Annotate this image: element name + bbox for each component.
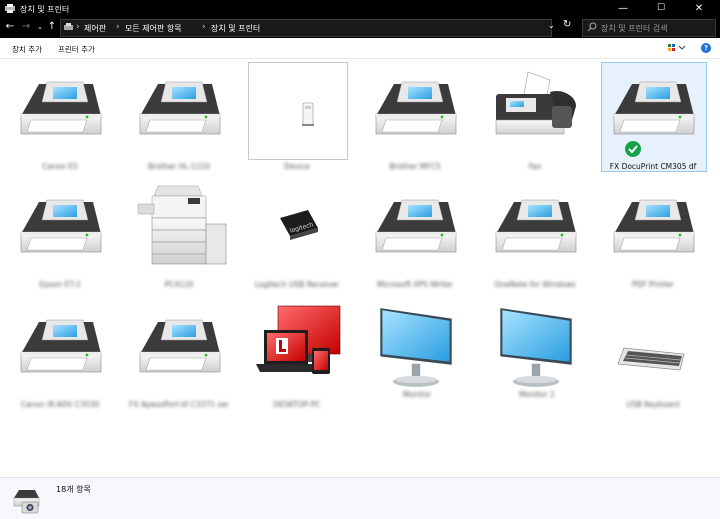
device-tile[interactable]: OneNote for Windows [480,180,590,290]
device-tile[interactable]: logitech Logitech USB Receiver [242,180,352,290]
device-tile[interactable]: USB Keyboard [598,300,708,410]
device-label: Fax [528,162,542,171]
device-label: Canon iR-ADV C3530 [20,400,100,409]
printer-icon [492,188,580,260]
device-tile[interactable]: Device [242,62,352,172]
item-count: 18개 항목 [56,485,91,494]
device-label: PDF Printer [632,280,674,289]
device-label: Brother MFC5 [389,162,441,171]
search-box[interactable]: 장치 및 프린터 검색 [582,19,716,37]
search-icon [587,22,597,32]
address-bar[interactable]: › 제어판 › 모든 제어판 항목 › 장치 및 프린터 [60,19,552,37]
device-tile[interactable]: Monitor [362,298,472,408]
printer-icon [610,70,698,142]
device-tile[interactable]: Canon iR-ADV C3530 [5,300,115,410]
device-label: Device [284,162,310,171]
printer-icon [17,70,105,142]
device-box-icon [302,102,314,126]
device-label: FX ApeosPort-VI C3371 series [129,400,229,409]
printer-icon [610,188,698,260]
device-label: Monitor [402,390,432,399]
fax-icon [495,71,576,135]
device-tile[interactable]: PC4120 [124,180,234,290]
command-bar: 장치 추가 프린터 추가 [0,38,720,59]
breadcrumb-all-items[interactable]: 모든 제어판 항목 [125,23,182,34]
device-tile[interactable]: Brother MFC5 [360,62,470,172]
device-label: PC4120 [164,280,194,289]
refresh-button[interactable]: ↻ [563,19,571,30]
maximize-button[interactable]: ☐ [642,0,680,17]
breadcrumb-control-panel[interactable]: 제어판 [84,23,106,34]
device-tile[interactable]: PDF Printer [598,180,708,290]
title-bar: 장치 및 프린터 — ☐ ✕ [0,0,720,17]
device-tile[interactable]: Canon E5 [5,62,115,172]
device-label: Brother HL-1210 [148,162,210,171]
close-button[interactable]: ✕ [680,0,718,17]
device-tile[interactable]: DESKTOP-PC [242,300,352,410]
devices-printers-icon [13,490,40,514]
device-label: FX DocuPrint CM305 df [609,162,697,171]
window-title: 장치 및 프린터 [20,5,70,14]
computer-devices-icon [256,305,341,374]
navigation-bar: ← → ⌄ ↑ › 제어판 › 모든 제어판 항목 › 장치 및 프린터 ⌄ ↻… [0,17,720,38]
view-options-icon[interactable] [668,43,688,52]
device-tile[interactable]: FX ApeosPort-VI C3371 series [124,300,234,410]
device-tile[interactable]: Fax [480,62,590,172]
printer-icon [372,188,460,260]
device-tile[interactable]: Microsoft XPS Writer [360,180,470,290]
default-check-icon [625,141,641,157]
keyboard-icon [617,347,685,371]
device-tile[interactable]: Brother HL-1210 [124,62,234,172]
forward-button[interactable]: → [19,20,33,34]
up-button[interactable]: ↑ [45,20,59,34]
add-device-button[interactable]: 장치 추가 [12,44,42,55]
device-tile[interactable]: Epson ET-2 [5,180,115,290]
status-bar: 18개 항목 [0,477,720,519]
back-button[interactable]: ← [3,20,17,34]
monitor-icon [494,306,578,390]
control-panel-icon [64,23,73,30]
device-label: Logitech USB Receiver [254,280,340,289]
usb-receiver-icon: logitech [280,210,318,240]
minimize-button[interactable]: — [604,0,642,17]
device-tile[interactable]: Monitor 2 [482,298,592,408]
printer-icon [17,188,105,260]
help-button[interactable]: ? [701,43,711,53]
search-placeholder: 장치 및 프린터 검색 [601,24,668,33]
printer-icon [17,308,105,380]
device-label: Canon E5 [42,162,78,171]
device-label: Monitor 2 [519,390,555,399]
breadcrumb-devices-printers[interactable]: 장치 및 프린터 [211,23,260,34]
device-label: USB Keyboard [626,400,680,409]
printer-icon [136,308,224,380]
device-label: Epson ET-2 [39,280,81,289]
default-printer-tile[interactable]: FX DocuPrint CM305 df [598,62,708,172]
printer-icon [136,70,224,142]
monitor-icon [374,306,458,390]
address-dropdown-button[interactable]: ⌄ [548,21,555,30]
device-label: DESKTOP-PC [273,400,321,409]
devices-printers-icon [5,4,15,13]
device-label: Microsoft XPS Writer [376,280,454,289]
device-label: OneNote for Windows [494,280,576,289]
printer-icon [372,70,460,142]
copier-icon [137,185,227,265]
add-printer-button[interactable]: 프린터 추가 [58,44,95,55]
